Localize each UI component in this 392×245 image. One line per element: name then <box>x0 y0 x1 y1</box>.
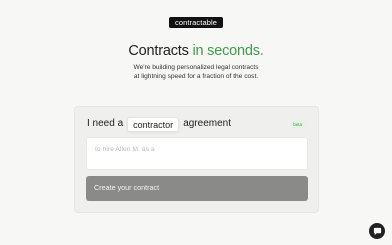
page-title: Contracts in seconds. <box>0 42 392 60</box>
headline-main: Contracts <box>128 43 189 59</box>
chat-bubble-icon <box>373 227 381 235</box>
create-contract-button[interactable]: Create your contract <box>86 176 308 201</box>
contract-type-selector[interactable]: contractor <box>127 116 180 132</box>
headline-accent: in seconds. <box>192 43 264 59</box>
subtitle-line-2: at lightning speed for a fraction of the… <box>133 73 259 80</box>
input-placeholder: to hire Allen M. as a <box>95 146 155 153</box>
trail-text: agreement <box>183 118 231 129</box>
page: contractable Contracts in seconds. We're… <box>0 0 392 245</box>
create-contract-label: Create your contract <box>94 183 160 192</box>
contract-type-sentence: I need a contractor agreement <box>87 116 231 132</box>
chat-button[interactable] <box>369 223 385 239</box>
lead-text: I need a <box>87 118 124 129</box>
beta-badge: beta <box>290 121 305 128</box>
contract-form-card: I need a contractor agreement beta to hi… <box>74 106 319 213</box>
brand-logo[interactable]: contractable <box>169 17 223 28</box>
contract-details-input[interactable]: to hire Allen M. as a <box>86 137 308 170</box>
hero-subtitle: We're building personalized legal contra… <box>0 63 392 81</box>
subtitle-line-1: We're building personalized legal contra… <box>133 64 259 71</box>
